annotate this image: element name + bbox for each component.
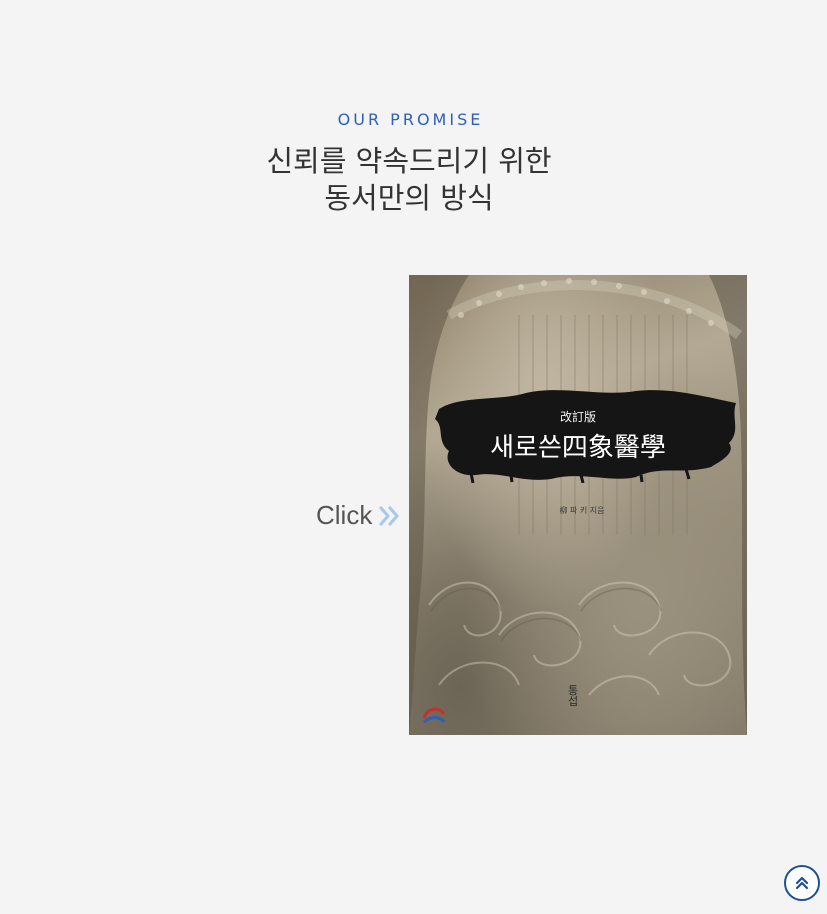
book-title: 새로쓴四象醫學 <box>490 433 666 463</box>
click-link-label: Click <box>316 500 373 530</box>
book-publisher: 통섭 <box>568 684 579 708</box>
scroll-top-button[interactable] <box>784 865 820 901</box>
book-author: 柳 파 키 지음 <box>559 506 605 515</box>
double-chevron-right-icon <box>379 505 399 526</box>
section-headline: 신뢰를 약속드리기 위한 동서만의 방식 <box>0 143 818 217</box>
click-link[interactable]: Click <box>316 500 402 531</box>
publisher-logo-icon <box>422 707 446 724</box>
book-cover[interactable]: 改訂版 새로쓴四象醫學 柳 파 키 지음 통섭 <box>409 275 747 735</box>
headline-line-1: 신뢰를 약속드리기 위한 <box>266 144 552 178</box>
section-eyebrow: OUR PROMISE <box>337 110 484 129</box>
double-chevron-up-icon <box>795 876 809 890</box>
book-edition: 改訂版 <box>559 410 596 424</box>
headline-line-2: 동서만의 방식 <box>324 181 494 215</box>
promise-section: OUR PROMISE 신뢰를 약속드리기 위한 동서만의 방식 Click 改… <box>0 0 827 914</box>
